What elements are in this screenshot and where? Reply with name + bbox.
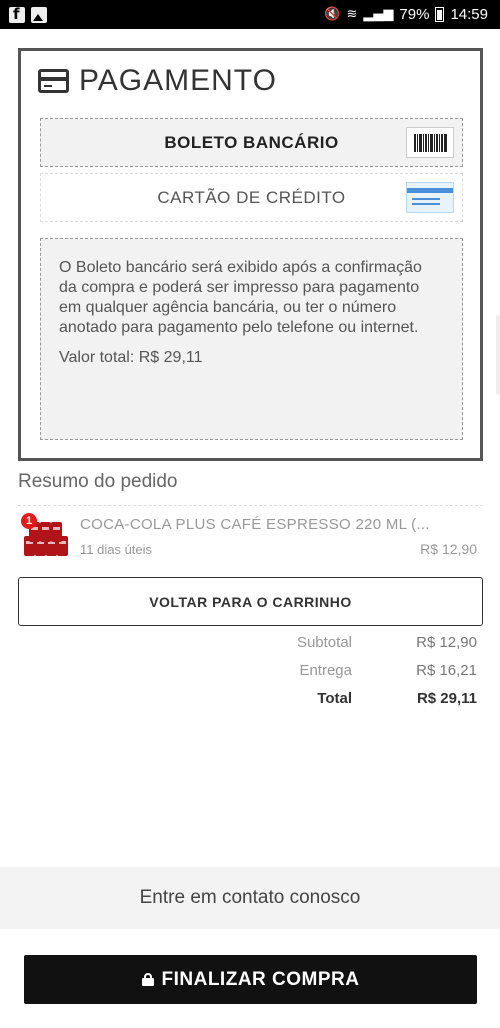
lock-icon: [141, 973, 154, 986]
payment-option-credit-card[interactable]: CARTÃO DE CRÉDITO: [40, 173, 463, 222]
payment-title: PAGAMENTO: [79, 64, 277, 97]
payment-option-label: BOLETO BANCÁRIO: [164, 132, 339, 152]
status-system: 🔇 ≋ ▂▄▆ 79% 14:59: [324, 6, 488, 23]
divider: [18, 505, 483, 506]
credit-card-icon: [406, 182, 454, 213]
total-label: Total: [317, 690, 352, 707]
delivery-value: R$ 16,21: [416, 662, 477, 679]
battery-icon: [435, 7, 445, 22]
status-notifications: [9, 5, 47, 23]
payment-section: PAGAMENTO BOLETO BANCÁRIO CARTÃO DE CRÉD…: [18, 48, 483, 461]
order-summary-title: Resumo do pedido: [18, 471, 178, 492]
finalize-purchase-button[interactable]: FINALIZAR COMPRA: [24, 955, 477, 1004]
product-delivery-time: 11 dias úteis: [80, 542, 153, 557]
barcode-icon: [406, 127, 454, 158]
finalize-purchase-label: FINALIZAR COMPRA: [161, 968, 360, 990]
payment-header: PAGAMENTO: [38, 64, 277, 98]
subtotal-label: Subtotal: [296, 634, 352, 651]
back-to-cart-button[interactable]: VOLTAR PARA O CARRINHO: [18, 577, 483, 626]
contact-link[interactable]: Entre em contato conosco: [0, 867, 500, 929]
gallery-icon: [31, 6, 47, 23]
quantity-badge: 1: [21, 513, 37, 529]
boleto-info-text: O Boleto bancário será exibido após a co…: [59, 259, 422, 336]
product-name[interactable]: COCA-COLA PLUS CAFÉ ESPRESSO 220 ML (...: [80, 516, 430, 533]
battery-percent: 79%: [399, 6, 430, 23]
signal-icon: ▂▄▆: [363, 7, 394, 22]
mute-icon: 🔇: [324, 7, 341, 22]
wifi-icon: ≋: [346, 7, 358, 22]
boleto-total: Valor total: R$ 29,11: [59, 349, 203, 366]
product-price: R$ 12,90: [420, 541, 477, 557]
scrollbar[interactable]: [496, 315, 500, 395]
credit-card-icon: [38, 69, 69, 93]
payment-option-label: CARTÃO DE CRÉDITO: [157, 187, 346, 207]
clock: 14:59: [450, 6, 488, 23]
delivery-label: Entrega: [299, 662, 352, 679]
total-value: R$ 29,11: [416, 690, 477, 707]
boleto-info-panel: O Boleto bancário será exibido após a co…: [40, 238, 463, 440]
status-bar: 🔇 ≋ ▂▄▆ 79% 14:59: [0, 0, 500, 29]
subtotal-value: R$ 12,90: [416, 634, 477, 651]
facebook-icon: [9, 5, 25, 23]
payment-option-boleto[interactable]: BOLETO BANCÁRIO: [40, 118, 463, 167]
